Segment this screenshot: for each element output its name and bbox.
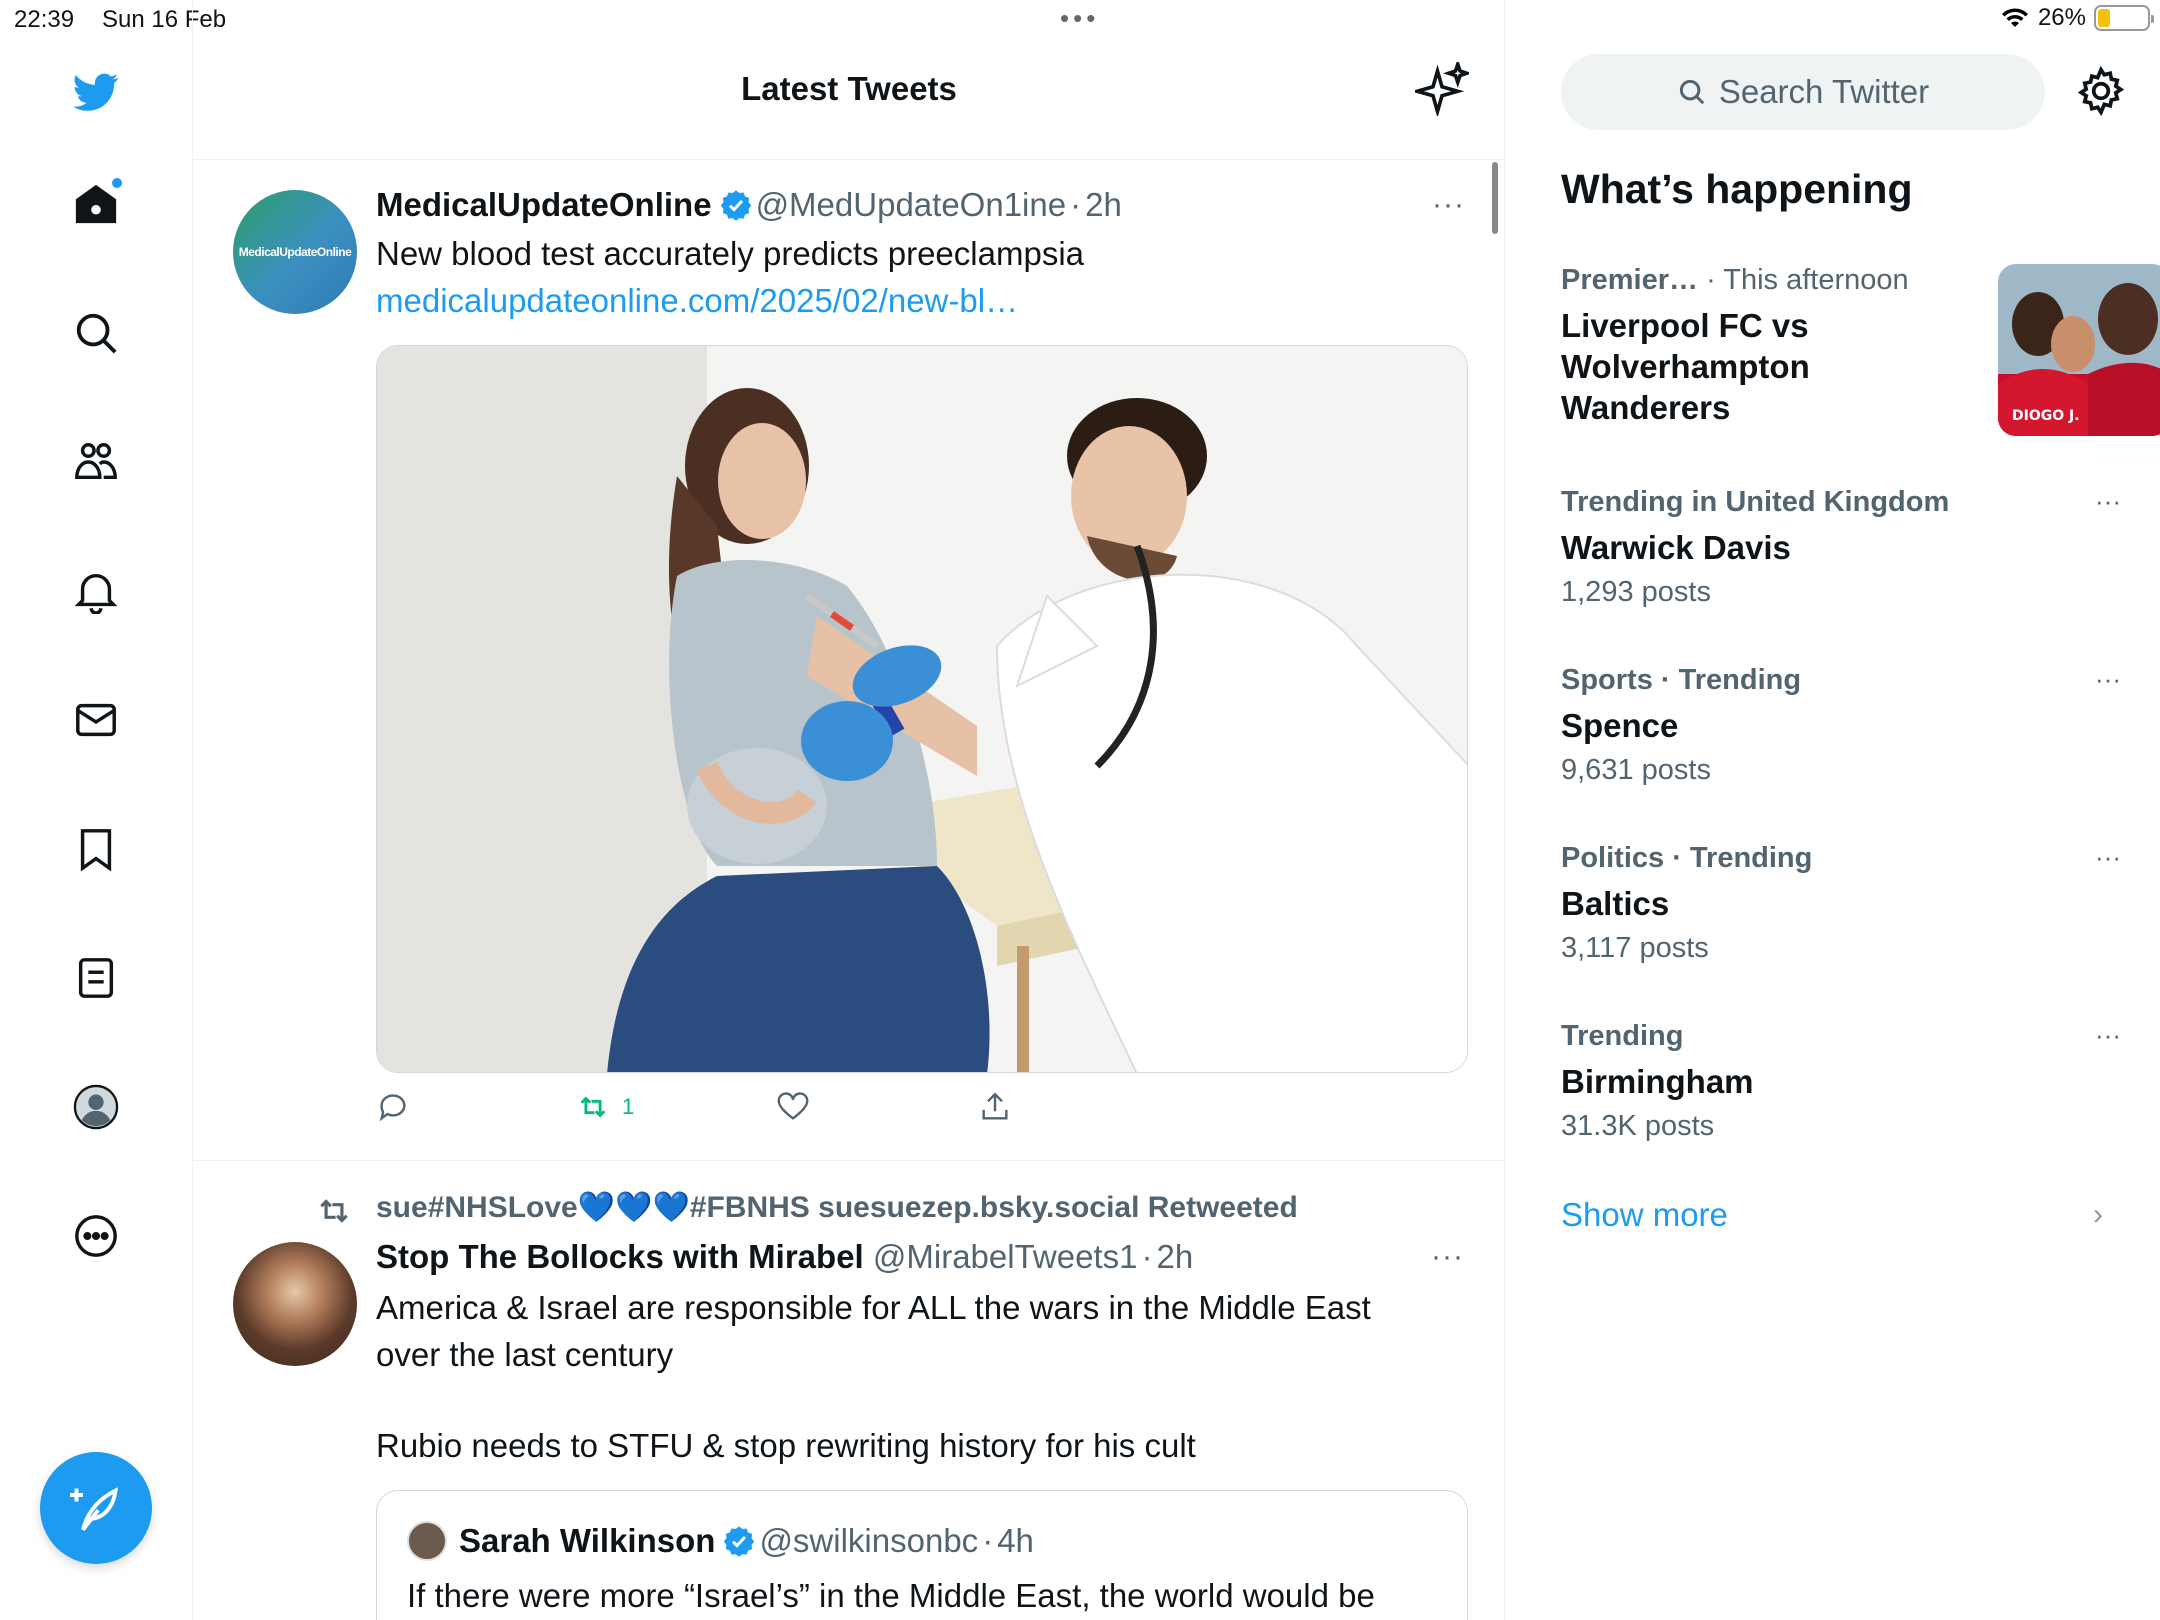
tweet-header: MedicalUpdateOnline @MedUpdateOn1ine · 2h <box>376 186 1122 223</box>
trend-title: Baltics <box>1561 885 1670 922</box>
tweet-action-bar: 1 <box>376 1090 1176 1134</box>
verified-badge-icon <box>720 190 751 221</box>
share-button[interactable] <box>978 1090 1012 1124</box>
trend-thumbnail-image: DIOGO J. <box>1998 264 2160 436</box>
communities-icon[interactable] <box>66 432 126 492</box>
trend-post-count: 1,293 posts <box>1561 576 1711 608</box>
tweet-more-button[interactable]: ··· <box>1432 188 1465 222</box>
verified-badge-icon <box>724 1526 755 1557</box>
lists-icon[interactable] <box>66 948 126 1008</box>
chevron-right-icon[interactable]: › <box>2093 1198 2103 1232</box>
search-icon <box>1679 79 1705 105</box>
jersey-text: DIOGO J. <box>2012 408 2080 424</box>
messages-icon[interactable] <box>66 690 126 750</box>
profile-avatar-icon[interactable] <box>66 1077 126 1137</box>
trend-meta: Trending in United Kingdom <box>1561 486 1950 518</box>
author-handle[interactable]: @MirabelTweets1 <box>873 1238 1138 1275</box>
bookmarks-icon[interactable] <box>66 819 126 879</box>
tweet-more-button[interactable]: ··· <box>1431 1240 1464 1274</box>
tweet-author-avatar[interactable] <box>233 1242 357 1366</box>
trend-meta: Trending <box>1561 1020 1684 1052</box>
page-title: Latest Tweets <box>741 70 957 107</box>
trend-title: Spence <box>1561 707 1679 744</box>
trend-post-count: 3,117 posts <box>1561 932 1709 964</box>
share-icon <box>982 1092 1008 1120</box>
notifications-icon[interactable] <box>66 561 126 621</box>
author-name[interactable]: Stop The Bollocks with Mirabel <box>376 1238 864 1275</box>
twitter-logo-icon[interactable] <box>66 62 126 122</box>
blood-test-photo <box>377 346 1467 1072</box>
trend-item[interactable]: Trending Birmingham 31.3K posts ··· <box>1561 1020 2121 1143</box>
trend-item[interactable]: Trending in United Kingdom Warwick Davis… <box>1561 486 2121 609</box>
tweet-time[interactable]: 2h <box>1085 186 1122 223</box>
search-input[interactable]: Search Twitter <box>1561 54 2045 130</box>
trend-more-button[interactable]: ··· <box>2095 1020 2121 1051</box>
search-icon[interactable] <box>66 303 126 363</box>
trend-post-count: 9,631 posts <box>1561 754 1711 786</box>
main-timeline: Latest Tweets MedicalUpdateOnline Medica… <box>193 0 1505 1620</box>
trend-more-button[interactable]: ··· <box>2095 842 2121 873</box>
compose-tweet-button[interactable] <box>40 1452 152 1564</box>
show-more-link[interactable]: Show more <box>1561 1196 1728 1234</box>
heart-icon <box>777 1092 809 1120</box>
trend-more-button[interactable]: ··· <box>2095 664 2121 695</box>
quoted-tweet-text: If there were more “Israel’s” in the Mid… <box>407 1577 1375 1614</box>
retweeted-by-label[interactable]: sue#NHSLove💙💙💙#FBNHS suesuezep.bsky.soci… <box>376 1190 1298 1225</box>
author-name[interactable]: MedicalUpdateOnline <box>376 186 712 223</box>
tweet-header: Stop The Bollocks with Mirabel @MirabelT… <box>376 1238 1194 1275</box>
trend-title: Warwick Davis <box>1561 529 1791 566</box>
avatar-logo-text: MedicalUpdateOnline <box>238 245 352 259</box>
tweet-author-avatar[interactable]: MedicalUpdateOnline <box>233 190 357 314</box>
tweet-media-image[interactable] <box>376 345 1468 1073</box>
right-sidebar: Search Twitter What’s happening Premier…… <box>1505 0 2160 1620</box>
quoted-tweet-header: Sarah Wilkinson @swilkinsonbc · 4h <box>407 1521 1034 1561</box>
retweet-count: 1 <box>622 1094 635 1119</box>
retweet-icon <box>580 1096 606 1118</box>
trend-item[interactable]: Sports · Trending Spence 9,631 posts ··· <box>1561 664 2121 787</box>
quoted-author-avatar <box>407 1521 447 1561</box>
tweet-item[interactable]: MedicalUpdateOnline MedicalUpdateOnline @… <box>193 160 1504 1160</box>
reply-button[interactable] <box>376 1090 410 1124</box>
whats-happening-heading: What’s happening <box>1561 166 1913 212</box>
like-button[interactable] <box>776 1090 810 1124</box>
trend-item[interactable]: Politics · Trending Baltics 3,117 posts … <box>1561 842 2121 965</box>
settings-gear-icon[interactable] <box>2076 66 2126 116</box>
retweet-button[interactable]: 1 <box>576 1090 634 1124</box>
retweeted-icon <box>320 1199 348 1223</box>
trend-title: Liverpool FC vs Wolverhampton Wanderers <box>1561 307 1810 426</box>
reply-icon <box>379 1094 406 1122</box>
tweet-divider <box>193 1160 1504 1161</box>
left-nav <box>0 0 193 1620</box>
trend-meta: Sports · Trending <box>1561 664 1802 696</box>
quoted-author-handle: @swilkinsonbc <box>759 1522 979 1559</box>
trend-item[interactable]: Premier… · This afternoon Liverpool FC v… <box>1561 264 2160 444</box>
quoted-author-name: Sarah Wilkinson <box>459 1522 716 1559</box>
more-icon[interactable] <box>66 1206 126 1266</box>
unread-dot <box>112 178 122 188</box>
quoted-tweet-time: 4h <box>997 1522 1034 1559</box>
tweet-time[interactable]: 2h <box>1157 1238 1194 1275</box>
tweet-text: America & Israel are responsible for ALL… <box>376 1289 1371 1464</box>
trend-title: Birmingham <box>1561 1063 1754 1100</box>
author-handle[interactable]: @MedUpdateOn1ine <box>756 186 1067 223</box>
trend-meta: Politics · Trending <box>1561 842 1813 874</box>
sparkle-icon[interactable] <box>1415 62 1469 116</box>
home-icon[interactable] <box>66 174 126 234</box>
timeline-header: Latest Tweets <box>193 40 1504 160</box>
search-placeholder: Search Twitter <box>1718 73 1930 110</box>
quoted-tweet[interactable]: Sarah Wilkinson @swilkinsonbc · 4h If there… <box>376 1490 1468 1620</box>
trend-post-count: 31.3K posts <box>1561 1110 1715 1142</box>
tweet-link[interactable]: medicalupdateonline.com/2025/02/new-bl… <box>376 277 1084 324</box>
tweet-text: New blood test accurately predicts preec… <box>376 230 1084 324</box>
trend-more-button[interactable]: ··· <box>2095 486 2121 517</box>
tweet-body: New blood test accurately predicts preec… <box>376 235 1085 272</box>
feather-plus-icon <box>70 1487 118 1531</box>
